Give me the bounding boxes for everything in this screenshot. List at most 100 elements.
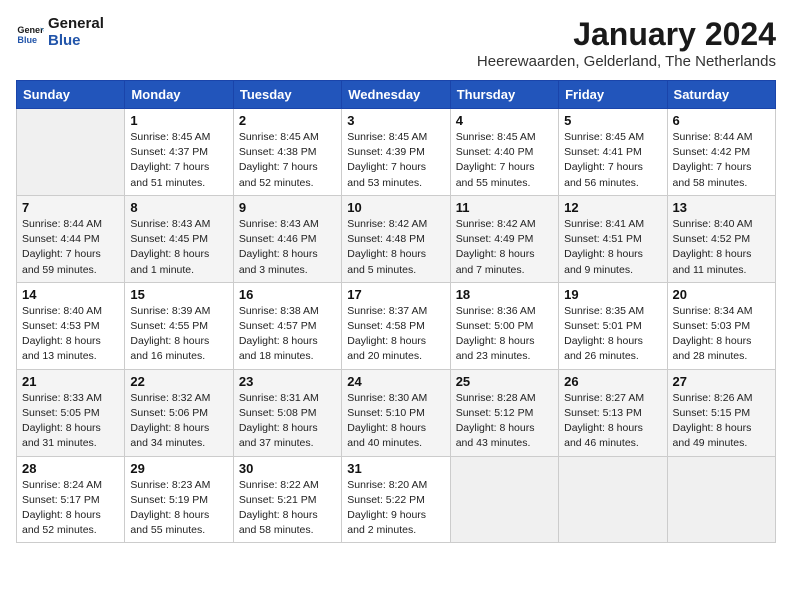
day-cell: 5 Sunrise: 8:45 AMSunset: 4:41 PMDaylight… bbox=[559, 109, 667, 196]
day-cell: 28 Sunrise: 8:24 AMSunset: 5:17 PMDayligh… bbox=[17, 456, 125, 543]
day-info: Sunrise: 8:23 AMSunset: 5:19 PMDaylight:… bbox=[130, 478, 227, 539]
day-number: 23 bbox=[239, 374, 336, 389]
day-number: 29 bbox=[130, 461, 227, 476]
day-info: Sunrise: 8:45 AMSunset: 4:39 PMDaylight:… bbox=[347, 130, 444, 191]
day-cell: 18 Sunrise: 8:36 AMSunset: 5:00 PMDayligh… bbox=[450, 282, 558, 369]
day-info: Sunrise: 8:42 AMSunset: 4:49 PMDaylight:… bbox=[456, 217, 553, 278]
dow-header-wednesday: Wednesday bbox=[342, 81, 450, 109]
day-info: Sunrise: 8:42 AMSunset: 4:48 PMDaylight:… bbox=[347, 217, 444, 278]
day-cell: 29 Sunrise: 8:23 AMSunset: 5:19 PMDayligh… bbox=[125, 456, 233, 543]
day-number: 15 bbox=[130, 287, 227, 302]
day-cell: 26Sunrise: 8:27 AMSunset: 5:13 PMDayligh… bbox=[559, 369, 667, 456]
day-number: 13 bbox=[673, 200, 770, 215]
day-cell: 25 Sunrise: 8:28 AMSunset: 5:12 PMDayligh… bbox=[450, 369, 558, 456]
day-info: Sunrise: 8:43 AMSunset: 4:45 PMDaylight:… bbox=[130, 217, 227, 278]
day-cell bbox=[450, 456, 558, 543]
day-cell bbox=[17, 109, 125, 196]
day-number: 1 bbox=[130, 113, 227, 128]
day-cell: 1 Sunrise: 8:45 AMSunset: 4:37 PMDaylight… bbox=[125, 109, 233, 196]
day-cell: 15 Sunrise: 8:39 AMSunset: 4:55 PMDayligh… bbox=[125, 282, 233, 369]
day-cell: 16Sunrise: 8:38 AMSunset: 4:57 PMDayligh… bbox=[233, 282, 341, 369]
day-info: Sunrise: 8:45 AMSunset: 4:41 PMDaylight:… bbox=[564, 130, 661, 191]
dow-header-thursday: Thursday bbox=[450, 81, 558, 109]
logo: General Blue General Blue bbox=[16, 16, 104, 49]
day-number: 30 bbox=[239, 461, 336, 476]
day-cell: 31 Sunrise: 8:20 AMSunset: 5:22 PMDayligh… bbox=[342, 456, 450, 543]
day-cell: 19Sunrise: 8:35 AMSunset: 5:01 PMDayligh… bbox=[559, 282, 667, 369]
day-info: Sunrise: 8:37 AMSunset: 4:58 PMDaylight:… bbox=[347, 304, 444, 365]
day-info: Sunrise: 8:26 AMSunset: 5:15 PMDaylight:… bbox=[673, 391, 770, 452]
day-info: Sunrise: 8:20 AMSunset: 5:22 PMDaylight:… bbox=[347, 478, 444, 539]
day-cell bbox=[667, 456, 775, 543]
day-number: 31 bbox=[347, 461, 444, 476]
week-row-1: 1 Sunrise: 8:45 AMSunset: 4:37 PMDaylight… bbox=[17, 109, 776, 196]
day-info: Sunrise: 8:41 AMSunset: 4:51 PMDaylight:… bbox=[564, 217, 661, 278]
day-cell: 4 Sunrise: 8:45 AMSunset: 4:40 PMDaylight… bbox=[450, 109, 558, 196]
day-cell: 22Sunrise: 8:32 AMSunset: 5:06 PMDayligh… bbox=[125, 369, 233, 456]
day-cell: 2 Sunrise: 8:45 AMSunset: 4:38 PMDaylight… bbox=[233, 109, 341, 196]
day-cell: 11 Sunrise: 8:42 AMSunset: 4:49 PMDayligh… bbox=[450, 195, 558, 282]
day-number: 28 bbox=[22, 461, 119, 476]
day-info: Sunrise: 8:44 AMSunset: 4:44 PMDaylight:… bbox=[22, 217, 119, 278]
day-info: Sunrise: 8:34 AMSunset: 5:03 PMDaylight:… bbox=[673, 304, 770, 365]
dow-header-monday: Monday bbox=[125, 81, 233, 109]
day-of-week-row: SundayMondayTuesdayWednesdayThursdayFrid… bbox=[17, 81, 776, 109]
day-number: 10 bbox=[347, 200, 444, 215]
day-info: Sunrise: 8:36 AMSunset: 5:00 PMDaylight:… bbox=[456, 304, 553, 365]
day-info: Sunrise: 8:22 AMSunset: 5:21 PMDaylight:… bbox=[239, 478, 336, 539]
day-cell: 21Sunrise: 8:33 AMSunset: 5:05 PMDayligh… bbox=[17, 369, 125, 456]
day-cell: 24 Sunrise: 8:30 AMSunset: 5:10 PMDayligh… bbox=[342, 369, 450, 456]
day-number: 17 bbox=[347, 287, 444, 302]
day-number: 8 bbox=[130, 200, 227, 215]
day-number: 2 bbox=[239, 113, 336, 128]
day-number: 14 bbox=[22, 287, 119, 302]
day-cell: 14 Sunrise: 8:40 AMSunset: 4:53 PMDayligh… bbox=[17, 282, 125, 369]
week-row-4: 21Sunrise: 8:33 AMSunset: 5:05 PMDayligh… bbox=[17, 369, 776, 456]
day-cell bbox=[559, 456, 667, 543]
day-info: Sunrise: 8:24 AMSunset: 5:17 PMDaylight:… bbox=[22, 478, 119, 539]
day-info: Sunrise: 8:43 AMSunset: 4:46 PMDaylight:… bbox=[239, 217, 336, 278]
day-number: 4 bbox=[456, 113, 553, 128]
day-number: 3 bbox=[347, 113, 444, 128]
day-number: 9 bbox=[239, 200, 336, 215]
day-cell: 13 Sunrise: 8:40 AMSunset: 4:52 PMDayligh… bbox=[667, 195, 775, 282]
dow-header-tuesday: Tuesday bbox=[233, 81, 341, 109]
day-cell: 10 Sunrise: 8:42 AMSunset: 4:48 PMDayligh… bbox=[342, 195, 450, 282]
day-info: Sunrise: 8:40 AMSunset: 4:52 PMDaylight:… bbox=[673, 217, 770, 278]
day-info: Sunrise: 8:33 AMSunset: 5:05 PMDaylight:… bbox=[22, 391, 119, 452]
calendar-table: SundayMondayTuesdayWednesdayThursdayFrid… bbox=[16, 80, 776, 543]
day-info: Sunrise: 8:44 AMSunset: 4:42 PMDaylight:… bbox=[673, 130, 770, 191]
day-number: 25 bbox=[456, 374, 553, 389]
day-info: Sunrise: 8:40 AMSunset: 4:53 PMDaylight:… bbox=[22, 304, 119, 365]
day-number: 24 bbox=[347, 374, 444, 389]
day-info: Sunrise: 8:31 AMSunset: 5:08 PMDaylight:… bbox=[239, 391, 336, 452]
title-area: January 2024 Heerewaarden, Gelderland, T… bbox=[477, 16, 776, 70]
svg-text:Blue: Blue bbox=[17, 34, 37, 44]
day-number: 19 bbox=[564, 287, 661, 302]
day-cell: 27Sunrise: 8:26 AMSunset: 5:15 PMDayligh… bbox=[667, 369, 775, 456]
logo-line2: Blue bbox=[48, 33, 104, 50]
logo-icon: General Blue bbox=[16, 19, 44, 47]
day-cell: 17 Sunrise: 8:37 AMSunset: 4:58 PMDayligh… bbox=[342, 282, 450, 369]
day-info: Sunrise: 8:45 AMSunset: 4:38 PMDaylight:… bbox=[239, 130, 336, 191]
day-info: Sunrise: 8:30 AMSunset: 5:10 PMDaylight:… bbox=[347, 391, 444, 452]
day-info: Sunrise: 8:27 AMSunset: 5:13 PMDaylight:… bbox=[564, 391, 661, 452]
day-cell: 3 Sunrise: 8:45 AMSunset: 4:39 PMDaylight… bbox=[342, 109, 450, 196]
day-cell: 8 Sunrise: 8:43 AMSunset: 4:45 PMDaylight… bbox=[125, 195, 233, 282]
day-number: 20 bbox=[673, 287, 770, 302]
day-number: 18 bbox=[456, 287, 553, 302]
day-cell: 7 Sunrise: 8:44 AMSunset: 4:44 PMDaylight… bbox=[17, 195, 125, 282]
day-number: 5 bbox=[564, 113, 661, 128]
day-number: 11 bbox=[456, 200, 553, 215]
day-cell: 23 Sunrise: 8:31 AMSunset: 5:08 PMDayligh… bbox=[233, 369, 341, 456]
dow-header-friday: Friday bbox=[559, 81, 667, 109]
svg-text:General: General bbox=[17, 25, 44, 35]
week-row-5: 28 Sunrise: 8:24 AMSunset: 5:17 PMDayligh… bbox=[17, 456, 776, 543]
day-info: Sunrise: 8:39 AMSunset: 4:55 PMDaylight:… bbox=[130, 304, 227, 365]
day-number: 7 bbox=[22, 200, 119, 215]
day-info: Sunrise: 8:28 AMSunset: 5:12 PMDaylight:… bbox=[456, 391, 553, 452]
header: General Blue General Blue January 2024 H… bbox=[16, 16, 776, 70]
dow-header-sunday: Sunday bbox=[17, 81, 125, 109]
day-info: Sunrise: 8:45 AMSunset: 4:40 PMDaylight:… bbox=[456, 130, 553, 191]
day-info: Sunrise: 8:45 AMSunset: 4:37 PMDaylight:… bbox=[130, 130, 227, 191]
